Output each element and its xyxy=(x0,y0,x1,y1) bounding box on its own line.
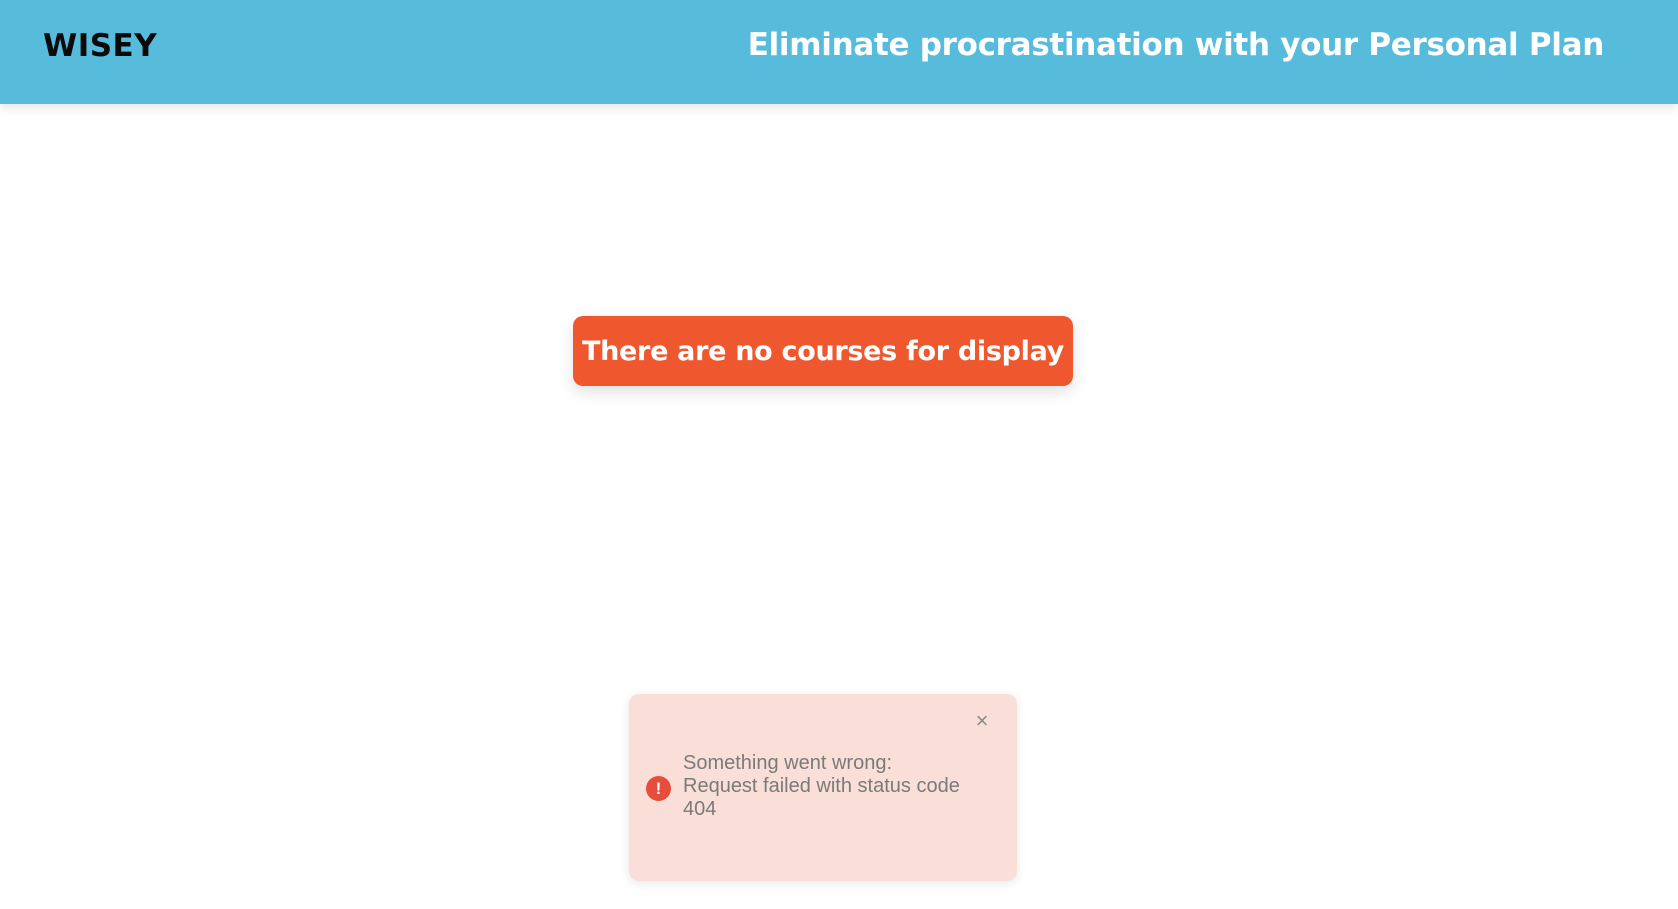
toast-message-line: Something went wrong: xyxy=(683,752,893,774)
brand-logo[interactable]: WISEY xyxy=(43,28,157,64)
toast-message-line: Request failed with status code xyxy=(683,775,960,797)
error-icon: ! xyxy=(646,776,671,801)
header-bar: WISEY Eliminate procrastination with you… xyxy=(0,0,1678,104)
close-icon[interactable]: × xyxy=(971,710,993,732)
header-tagline: Eliminate procrastination with your Pers… xyxy=(747,27,1605,63)
error-toast: × ! Something went wrong: Request failed… xyxy=(629,694,1017,881)
no-courses-message: There are no courses for display xyxy=(582,335,1064,367)
toast-message-line: 404 xyxy=(683,798,717,820)
toast-message: Something went wrong: Request failed wit… xyxy=(683,752,983,821)
no-courses-banner: There are no courses for display xyxy=(573,316,1073,386)
